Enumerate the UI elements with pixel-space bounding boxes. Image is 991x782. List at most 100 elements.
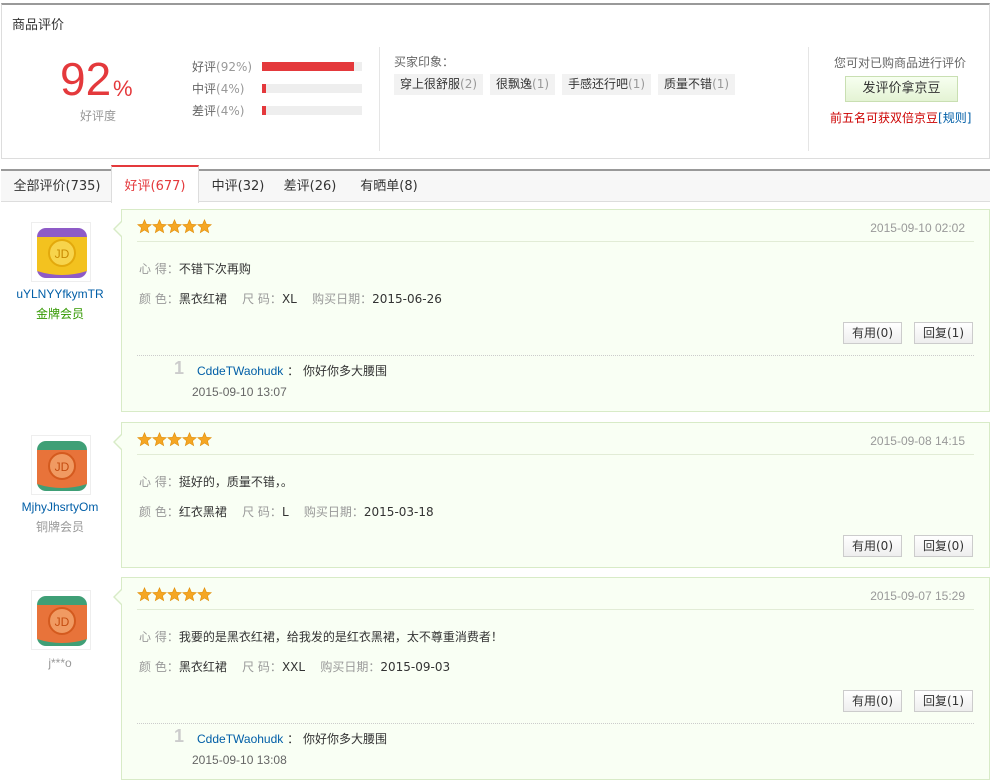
bar-label: 差评 xyxy=(192,104,217,118)
card-pointer xyxy=(113,220,123,238)
bar-percent: (4%) xyxy=(216,104,245,118)
bar-label: 中评 xyxy=(192,82,217,96)
purchase-info: 颜 色：黑衣红裙 尺 码：XXL 购买日期：2015-09-03 xyxy=(139,660,451,674)
bar-track xyxy=(262,106,362,115)
svg-text:JD: JD xyxy=(55,247,70,261)
star-icon xyxy=(182,432,197,447)
review-prompt: 您可对已购商品进行评价 xyxy=(834,56,967,70)
user-name: j***o xyxy=(48,656,72,670)
positive-rate-label: 好评度 xyxy=(80,109,117,123)
tab-neutral[interactable]: 中评(32) xyxy=(207,171,269,202)
reply-user[interactable]: CddeTWaohudk xyxy=(197,364,283,378)
star-icon xyxy=(182,219,197,234)
star-icon xyxy=(137,432,152,447)
reply-date: 2015-09-10 13:08 xyxy=(192,753,287,767)
copper-jd-avatar-icon: JD xyxy=(37,596,87,646)
reply-number: 1 xyxy=(174,726,185,746)
review-card: 2015-09-07 15:29 心 得：我要的是黑衣红裙，给我发的是红衣黑裙，… xyxy=(113,577,990,780)
divider xyxy=(137,723,974,724)
copper-jd-avatar-icon: JD xyxy=(37,441,87,491)
tab-with-photos[interactable]: 有晒单(8) xyxy=(353,171,425,202)
useful-button[interactable]: 有用(0) xyxy=(843,690,902,712)
impression-tag[interactable]: 手感还行吧(1) xyxy=(562,74,652,95)
divider xyxy=(379,47,380,151)
star-rating xyxy=(137,432,212,447)
avatar[interactable]: JD xyxy=(31,222,91,282)
rating-summary: 商品评价 92 % 好评度 好评(92%) 中评(4%) 差评(4%) 买家印象… xyxy=(1,3,990,159)
bar-fill xyxy=(262,106,266,115)
star-icon xyxy=(152,219,167,234)
divider xyxy=(808,47,809,151)
star-icon xyxy=(197,219,212,234)
card-pointer xyxy=(113,433,123,451)
reply-user[interactable]: CddeTWaohudk xyxy=(197,732,283,746)
bar-label: 好评 xyxy=(192,60,217,74)
divider xyxy=(137,454,974,455)
review-tabs: 全部评价(735) 好评(677) 中评(32) 差评(26) 有晒单(8) xyxy=(1,165,990,203)
user-name[interactable]: MjhyJhsrtyOm xyxy=(0,500,120,514)
star-icon xyxy=(152,432,167,447)
svg-text:JD: JD xyxy=(55,460,70,474)
star-icon xyxy=(137,219,152,234)
gold-jd-avatar-icon: JD xyxy=(37,228,87,278)
star-icon xyxy=(137,587,152,602)
reply-content: CddeTWaohudk ： 你好你多大腰围 xyxy=(197,364,387,378)
purchase-info: 颜 色：红衣黑裙 尺 码：L 购买日期：2015-03-18 xyxy=(139,505,434,519)
star-icon xyxy=(152,587,167,602)
reply-content: CddeTWaohudk ： 你好你多大腰围 xyxy=(197,732,387,746)
reply-date: 2015-09-10 13:07 xyxy=(192,385,287,399)
section-title: 商品评价 xyxy=(12,18,65,33)
star-icon xyxy=(167,587,182,602)
review-date: 2015-09-10 02:02 xyxy=(870,221,965,235)
write-review-button[interactable]: 发评价拿京豆 xyxy=(845,76,958,102)
useful-button[interactable]: 有用(0) xyxy=(843,535,902,557)
star-rating xyxy=(137,219,212,234)
bar-fill xyxy=(262,62,354,71)
star-icon xyxy=(197,432,212,447)
card-pointer xyxy=(113,588,123,606)
star-icon xyxy=(167,432,182,447)
purchase-info: 颜 色：黑衣红裙 尺 码：XL 购买日期：2015-06-26 xyxy=(139,292,442,306)
bar-percent: (92%) xyxy=(216,60,253,74)
svg-text:JD: JD xyxy=(55,615,70,629)
impressions-title: 买家印象： xyxy=(394,55,455,69)
review-content: 心 得：我要的是黑衣红裙，给我发的是红衣黑裙，太不尊重消费者！ xyxy=(139,630,503,644)
bar-track xyxy=(262,62,362,71)
user-name[interactable]: uYLNYYfkymTR xyxy=(0,287,120,301)
bar-track xyxy=(262,84,362,93)
star-icon xyxy=(182,587,197,602)
divider xyxy=(137,241,974,242)
positive-rate-number: 92 xyxy=(60,53,112,105)
tab-positive[interactable]: 好评(677) xyxy=(111,165,199,203)
star-rating xyxy=(137,587,212,602)
reply-button[interactable]: 回复(0) xyxy=(914,535,973,557)
user-level: 铜牌会员 xyxy=(35,520,84,534)
avatar[interactable]: JD xyxy=(31,590,91,650)
avatar[interactable]: JD xyxy=(31,435,91,495)
user-level: 金牌会员 xyxy=(35,307,84,321)
review-card: 2015-09-08 14:15 心 得：挺好的，质量不错，。 颜 色：红衣黑裙… xyxy=(113,422,990,568)
impression-tags: 穿上很舒服(2) 很飘逸(1) 手感还行吧(1) 质量不错(1) xyxy=(394,74,736,95)
star-icon xyxy=(197,587,212,602)
bonus-notice: 前五名可获双倍京豆[规则] xyxy=(830,111,972,125)
reply-button[interactable]: 回复(1) xyxy=(914,322,973,344)
impression-tag[interactable]: 质量不错(1) xyxy=(658,74,736,95)
review-date: 2015-09-07 15:29 xyxy=(870,589,965,603)
review-content: 心 得：不错下次再购 xyxy=(139,262,251,276)
impression-tag[interactable]: 穿上很舒服(2) xyxy=(394,74,484,95)
impression-tag[interactable]: 很飘逸(1) xyxy=(490,74,556,95)
tab-negative[interactable]: 差评(26) xyxy=(279,171,341,202)
divider xyxy=(137,609,974,610)
star-icon xyxy=(167,219,182,234)
review-date: 2015-09-08 14:15 xyxy=(870,434,965,448)
positive-rate-symbol: % xyxy=(113,76,133,101)
review-card: 2015-09-10 02:02 心 得：不错下次再购 颜 色：黑衣红裙 尺 码… xyxy=(113,209,990,412)
bar-fill xyxy=(262,84,266,93)
reply-number: 1 xyxy=(174,358,185,378)
reply-button[interactable]: 回复(1) xyxy=(914,690,973,712)
tab-all[interactable]: 全部评价(735) xyxy=(11,171,103,202)
review-content: 心 得：挺好的，质量不错，。 xyxy=(139,475,293,489)
bar-percent: (4%) xyxy=(216,82,245,96)
useful-button[interactable]: 有用(0) xyxy=(843,322,902,344)
rules-link[interactable]: [规则] xyxy=(938,111,971,125)
